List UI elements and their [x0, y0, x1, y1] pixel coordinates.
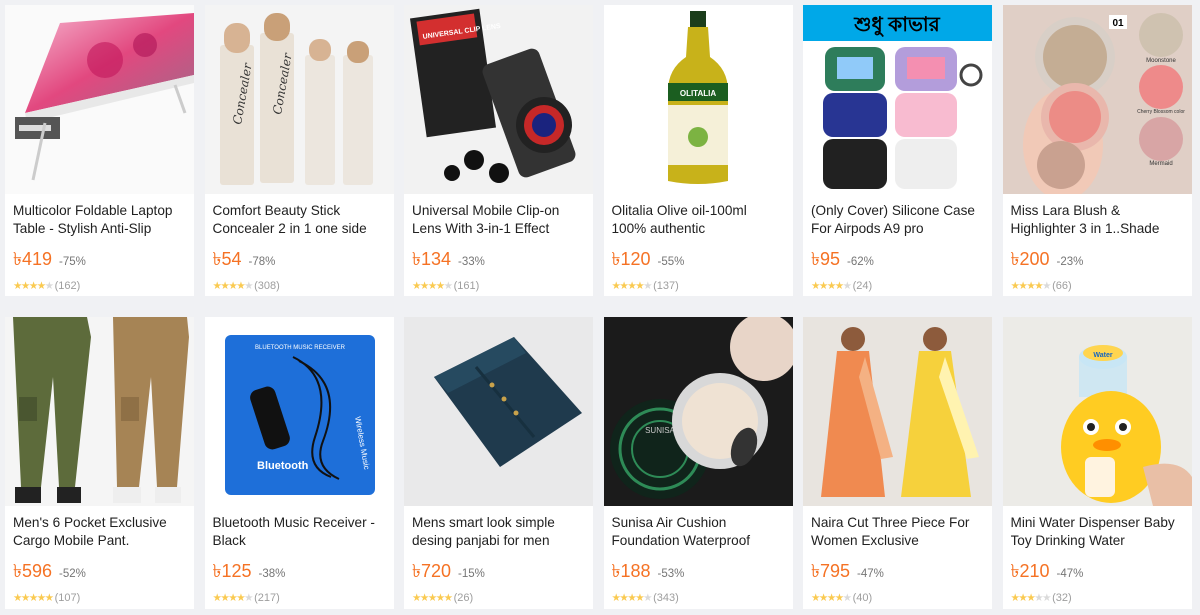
review-count: (217)	[254, 592, 280, 604]
product-price: ৳596	[13, 561, 52, 581]
product-price: ৳120	[611, 249, 651, 269]
product-image[interactable]: UNIVERSAL CLIP LENS	[404, 5, 593, 194]
sunisa-brand-text: SUNISA	[645, 426, 675, 435]
star-rating-icon: ★★★★★	[13, 280, 54, 292]
product-price: ৳95	[811, 249, 840, 269]
review-count: (161)	[453, 280, 480, 292]
product-discount: -33%	[458, 256, 485, 268]
product-discount: -53%	[657, 568, 685, 580]
review-count: (24)	[852, 280, 873, 292]
product-title[interactable]: Olitalia Olive oil-100ml 100% authentic	[612, 202, 785, 238]
product-discount: -75%	[59, 256, 86, 268]
product-card[interactable]: Water Mini Water Dispenser Baby Toy Drin…	[1002, 317, 1192, 609]
product-image[interactable]: শুধু কাভার	[803, 5, 992, 194]
product-title[interactable]: Sunisa Air Cushion Foundation Waterproof	[612, 514, 785, 550]
review-count: (66)	[1052, 280, 1072, 292]
review-count: (308)	[254, 280, 280, 292]
product-discount: -15%	[458, 568, 485, 580]
product-card[interactable]: 01 Moonstone Cherry Blossom color Mermai…	[1002, 5, 1192, 296]
product-grid: Multicolor Foldable Laptop Table - Styli…	[0, 0, 1200, 615]
review-count: (26)	[453, 592, 474, 604]
review-count: (32)	[1052, 592, 1072, 604]
toy-label-text: Water	[1093, 352, 1112, 359]
blush-shade-2: Cherry Blossom color	[1137, 109, 1185, 115]
product-title[interactable]: Bluetooth Music Receiver - Black	[213, 514, 386, 550]
product-card[interactable]: BLUETOOTH MUSIC RECEIVER Bluetooth Wirel…	[204, 317, 394, 609]
star-rating-icon: ★★★★★	[1010, 592, 1052, 604]
review-count: (107)	[54, 592, 81, 604]
product-title[interactable]: Mens smart look simple desing panjabi fo…	[412, 514, 585, 550]
product-title[interactable]: (Only Cover) Silicone Case For Airpods A…	[811, 202, 984, 238]
review-count: (40)	[852, 592, 873, 604]
product-card[interactable]: Men's 6 Pocket Exclusive Cargo Mobile Pa…	[5, 317, 194, 609]
star-rating-icon: ★★★★★	[1010, 280, 1052, 292]
blush-shade-3: Mermaid	[1149, 161, 1172, 167]
product-price: ৳720	[412, 561, 451, 581]
product-price: ৳125	[212, 561, 252, 581]
product-price: ৳795	[811, 561, 850, 581]
product-card[interactable]: OLITALIA Olitalia Olive oil-100ml 100% a…	[603, 5, 793, 296]
olive-brand-text: OLITALIA	[679, 89, 716, 98]
blush-shade-1: Moonstone	[1146, 58, 1176, 64]
star-rating-icon: ★★★★★	[412, 592, 453, 604]
product-discount: -38%	[258, 568, 286, 580]
product-card[interactable]: Concealer Concealer Comfort Beauty Stick…	[204, 5, 394, 296]
product-card[interactable]: UNIVERSAL CLIP LENS Universal Mobile Cli…	[404, 5, 593, 296]
product-card[interactable]: SUNISA Sunisa Air Cushion Foundation Wat…	[603, 317, 793, 609]
product-price: ৳188	[611, 561, 651, 581]
product-title[interactable]: Miss Lara Blush & Highlighter 3 in 1..Sh…	[1011, 202, 1184, 238]
product-price: ৳419	[13, 249, 52, 269]
star-rating-icon: ★★★★★	[212, 592, 254, 604]
product-image[interactable]: BLUETOOTH MUSIC RECEIVER Bluetooth Wirel…	[204, 317, 394, 506]
product-price: ৳200	[1010, 249, 1050, 269]
product-image[interactable]	[404, 317, 593, 506]
bengali-banner-text: শুধু কাভার	[853, 14, 940, 37]
product-image[interactable]: Concealer Concealer	[204, 5, 394, 194]
product-title[interactable]: Universal Mobile Clip-on Lens With 3-in-…	[412, 202, 585, 238]
product-title[interactable]: Mini Water Dispenser Baby Toy Drinking W…	[1011, 514, 1184, 550]
product-title[interactable]: Naira Cut Three Piece For Women Exclusiv…	[811, 514, 984, 550]
product-discount: -55%	[657, 256, 685, 268]
product-discount: -78%	[248, 256, 276, 268]
star-rating-icon: ★★★★★	[811, 592, 852, 604]
product-image[interactable]: OLITALIA	[603, 5, 793, 194]
product-card[interactable]: Mens smart look simple desing panjabi fo…	[404, 317, 593, 609]
star-rating-icon: ★★★★★	[611, 592, 653, 604]
star-rating-icon: ★★★★★	[412, 280, 453, 292]
product-discount: -62%	[847, 256, 874, 268]
star-rating-icon: ★★★★★	[811, 280, 852, 292]
product-image[interactable]	[803, 317, 992, 506]
product-discount: -52%	[59, 568, 86, 580]
product-title[interactable]: Comfort Beauty Stick Concealer 2 in 1 on…	[213, 202, 386, 238]
product-price: ৳134	[412, 249, 451, 269]
review-count: (343)	[653, 592, 679, 604]
bt-header-text: BLUETOOTH MUSIC RECEIVER	[255, 345, 346, 351]
product-image[interactable]: SUNISA	[603, 317, 793, 506]
star-rating-icon: ★★★★★	[212, 280, 254, 292]
bt-brand-text: Bluetooth	[257, 460, 309, 472]
product-card[interactable]: Multicolor Foldable Laptop Table - Styli…	[5, 5, 194, 296]
product-discount: -47%	[1056, 568, 1084, 580]
product-discount: -23%	[1056, 256, 1084, 268]
product-title[interactable]: Multicolor Foldable Laptop Table - Styli…	[13, 202, 186, 238]
product-card[interactable]: Naira Cut Three Piece For Women Exclusiv…	[803, 317, 992, 609]
product-image[interactable]: Water	[1002, 317, 1192, 506]
product-discount: -47%	[857, 568, 884, 580]
product-image[interactable]: 01 Moonstone Cherry Blossom color Mermai…	[1002, 5, 1192, 194]
product-price: ৳210	[1010, 561, 1050, 581]
star-rating-icon: ★★★★★	[611, 280, 653, 292]
product-price: ৳54	[212, 249, 242, 269]
review-count: (137)	[653, 280, 679, 292]
product-title[interactable]: Men's 6 Pocket Exclusive Cargo Mobile Pa…	[13, 514, 186, 550]
star-rating-icon: ★★★★★	[13, 592, 54, 604]
blush-number: 01	[1112, 18, 1124, 29]
product-image[interactable]	[5, 5, 194, 194]
product-card[interactable]: শুধু কাভার (Only Cover) Silicone Case Fo…	[803, 5, 992, 296]
product-image[interactable]	[5, 317, 194, 506]
review-count: (162)	[54, 280, 81, 292]
